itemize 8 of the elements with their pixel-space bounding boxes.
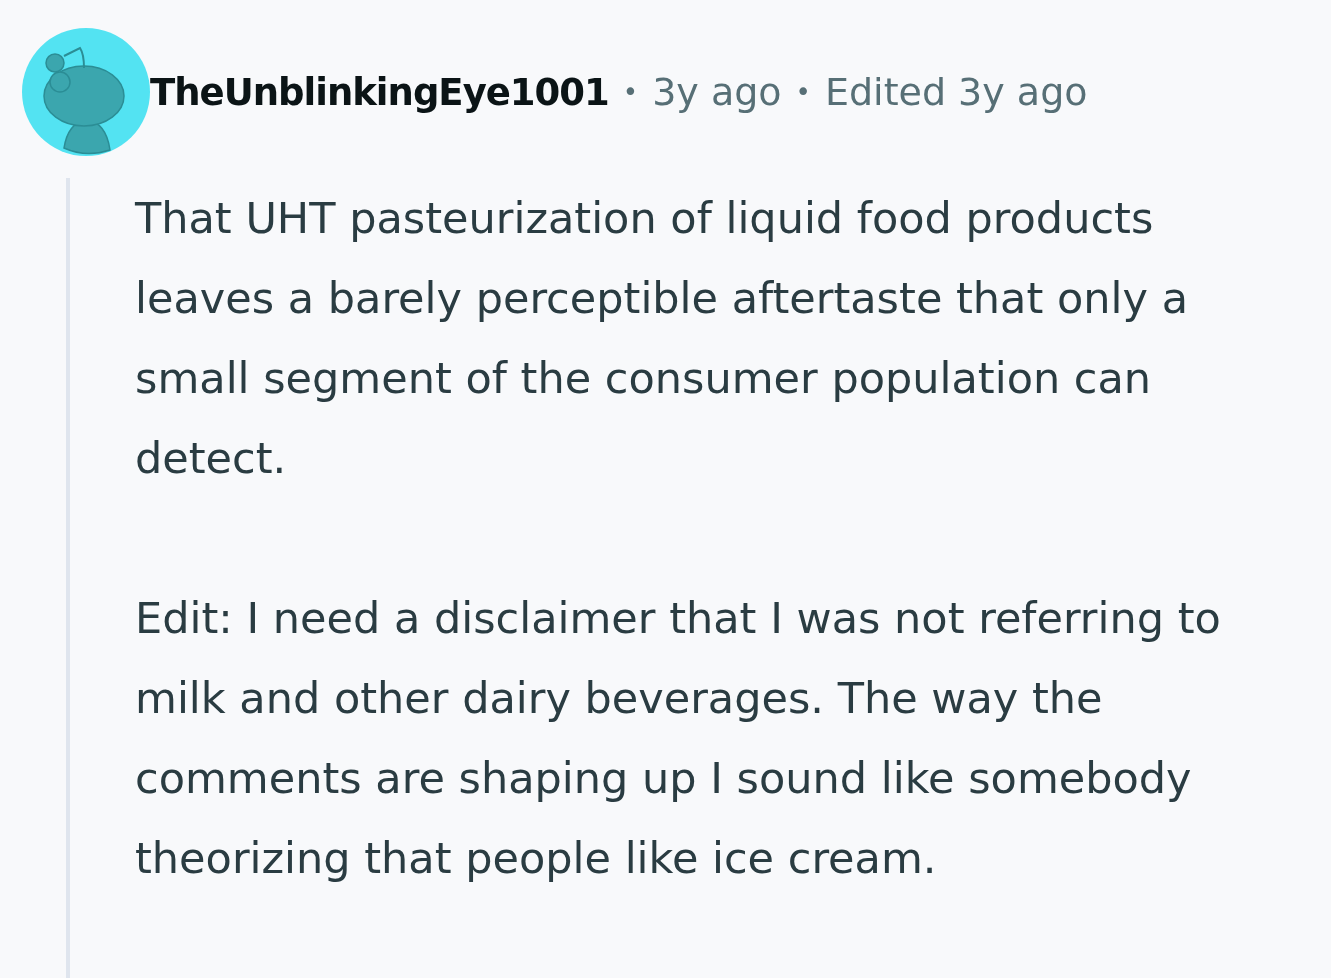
username[interactable]: TheUnblinkingEye1001: [150, 70, 609, 114]
separator-dot: •: [795, 77, 811, 107]
avatar-icon: [22, 28, 150, 156]
separator-dot: •: [622, 77, 639, 107]
edited-time: Edited 3y ago: [824, 70, 1088, 114]
comment-paragraph: Edit: I need a disclaimer that I was not referring to milk and other dairy beverages. The way the comments are shaping up I sound like somebody theorizing that people like ice cream.: [135, 592, 1222, 885]
comment-paragraph: That UHT pasteurization of liquid food products leaves a barely perceptible aftertaste that only a small segment of the consumer population can detect.: [135, 192, 1189, 485]
post-time: 3y ago: [652, 70, 782, 114]
